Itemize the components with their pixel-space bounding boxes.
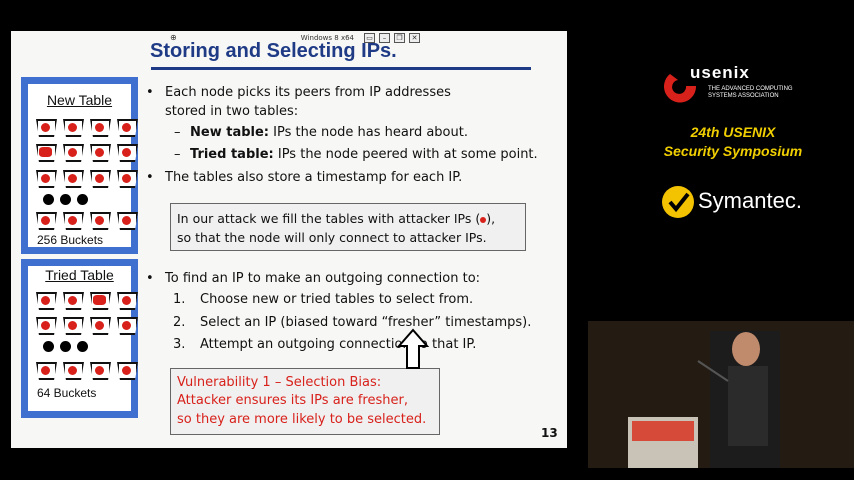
bucket bbox=[36, 317, 57, 335]
bucket bbox=[117, 119, 138, 137]
step-number: 1. bbox=[173, 292, 186, 307]
ellipsis-dots bbox=[43, 194, 88, 205]
bucket bbox=[63, 119, 84, 137]
bucket bbox=[36, 212, 57, 230]
dash-glyph: – bbox=[174, 147, 181, 162]
sub-bullet-tried: Tried table: IPs the node peered with at… bbox=[190, 147, 538, 162]
usenix-wordmark: usenix bbox=[690, 63, 750, 82]
step-text: Attempt an outgoing connection to that I… bbox=[200, 337, 477, 352]
bucket-row bbox=[36, 212, 138, 230]
tried-table-title: Tried Table bbox=[45, 267, 114, 283]
bucket bbox=[117, 292, 138, 310]
bucket bbox=[90, 292, 111, 310]
bucket bbox=[90, 212, 111, 230]
attack-text: In our attack we fill the tables with at… bbox=[177, 211, 481, 226]
bullet-text: The tables also store a timestamp for ea… bbox=[165, 170, 463, 185]
bucket bbox=[117, 144, 138, 162]
conference-title: 24th USENIX bbox=[690, 124, 776, 140]
bullet-text: stored in two tables: bbox=[165, 104, 299, 119]
ellipsis-dots bbox=[43, 341, 88, 352]
bucket-row bbox=[36, 119, 138, 137]
step-text: Choose new or tried tables to select fro… bbox=[200, 292, 474, 307]
bucket bbox=[36, 292, 57, 310]
bucket bbox=[63, 170, 84, 188]
bucket-row bbox=[36, 170, 138, 188]
sub-bullet-label: New table: bbox=[190, 125, 269, 140]
pointer-cursor-icon bbox=[396, 328, 430, 369]
tried-table-count: 64 Buckets bbox=[37, 386, 97, 400]
step-text: Select an IP (biased toward “fresher” ti… bbox=[200, 315, 532, 330]
vuln-line-1: Vulnerability 1 – Selection Bias: bbox=[177, 375, 382, 390]
attack-text: ), bbox=[486, 211, 496, 226]
attack-line-1: In our attack we fill the tables with at… bbox=[177, 211, 495, 226]
dash-glyph: – bbox=[174, 125, 181, 140]
speaker-video bbox=[588, 321, 854, 468]
sub-bullet-label: Tried table: bbox=[190, 147, 274, 162]
bucket bbox=[36, 144, 57, 162]
bucket bbox=[117, 362, 138, 380]
bucket bbox=[63, 317, 84, 335]
bucket bbox=[36, 119, 57, 137]
bucket bbox=[90, 170, 111, 188]
bullet-glyph: • bbox=[146, 85, 154, 100]
bucket bbox=[90, 317, 111, 335]
bullet-glyph: • bbox=[146, 170, 154, 185]
bucket-row bbox=[36, 317, 138, 335]
bullet-text: Each node picks its peers from IP addres… bbox=[165, 85, 451, 100]
conference-subtitle: Security Symposium bbox=[663, 143, 803, 159]
symantec-check-icon bbox=[662, 186, 694, 218]
step-number: 2. bbox=[173, 315, 186, 330]
bucket-row bbox=[36, 144, 138, 162]
bullet-glyph: • bbox=[146, 271, 154, 286]
vuln-line-3: so they are more likely to be selected. bbox=[177, 412, 427, 427]
bullet-text: To find an IP to make an outgoing connec… bbox=[165, 271, 481, 286]
bucket bbox=[36, 170, 57, 188]
new-table-count: 256 Buckets bbox=[37, 233, 104, 247]
attack-callout: In our attack we fill the tables with at… bbox=[170, 203, 526, 251]
new-table-panel: New Table 256 Buckets bbox=[21, 77, 138, 254]
bucket bbox=[63, 362, 84, 380]
tried-table-panel: Tried Table 64 Buckets bbox=[21, 259, 138, 418]
bucket bbox=[63, 292, 84, 310]
new-table-title: New Table bbox=[46, 92, 113, 108]
title-underline bbox=[151, 67, 531, 70]
bucket bbox=[117, 212, 138, 230]
attack-line-2: so that the node will only connect to at… bbox=[177, 230, 487, 245]
bucket bbox=[117, 317, 138, 335]
page-number: 13 bbox=[541, 426, 558, 440]
bucket bbox=[90, 362, 111, 380]
bucket bbox=[63, 144, 84, 162]
sub-bullet-text: IPs the node has heard about. bbox=[269, 125, 468, 140]
bucket-row bbox=[36, 292, 138, 310]
bucket bbox=[63, 212, 84, 230]
vuln-line-2: Attacker ensures its IPs are fresher, bbox=[177, 393, 408, 408]
sub-bullet-new: New table: IPs the node has heard about. bbox=[190, 125, 468, 140]
vulnerability-callout: Vulnerability 1 – Selection Bias: Attack… bbox=[170, 368, 440, 435]
step-number: 3. bbox=[173, 337, 186, 352]
bucket bbox=[90, 144, 111, 162]
bucket bbox=[36, 362, 57, 380]
bucket bbox=[117, 170, 138, 188]
usenix-subtitle: THE ADVANCED COMPUTING SYSTEMS ASSOCIATI… bbox=[708, 86, 793, 99]
bucket-row bbox=[36, 362, 138, 380]
bucket bbox=[90, 119, 111, 137]
sub-bullet-text: IPs the node peered with at some point. bbox=[273, 147, 538, 162]
slide-title: Storing and Selecting IPs. bbox=[150, 40, 397, 62]
sponsor-name: Symantec. bbox=[698, 188, 802, 213]
